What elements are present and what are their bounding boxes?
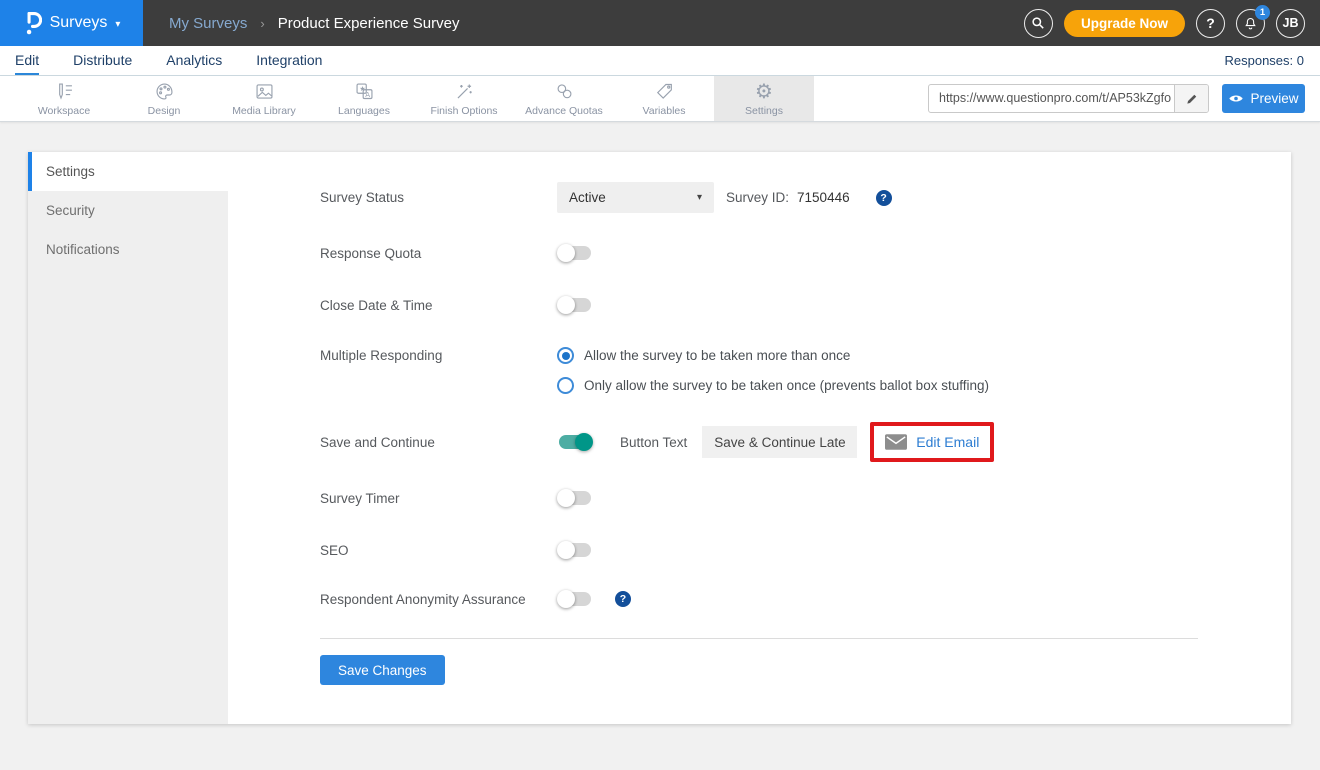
response-quota-toggle[interactable]: [557, 243, 593, 263]
search-button[interactable]: [1024, 9, 1053, 38]
button-text-input[interactable]: [702, 426, 857, 458]
toolbar-item-languages[interactable]: ★ A Languages: [314, 76, 414, 121]
toolbar-item-media-library[interactable]: Media Library: [214, 76, 314, 121]
survey-id-value: 7150446: [797, 190, 850, 205]
user-avatar[interactable]: JB: [1276, 9, 1305, 38]
survey-status-label: Survey Status: [320, 190, 557, 205]
breadcrumb-current-survey: Product Experience Survey: [278, 15, 460, 32]
search-icon: [1030, 15, 1046, 31]
edit-url-button[interactable]: [1174, 85, 1208, 112]
tag-icon: [654, 81, 675, 102]
respondent-anonymity-toggle[interactable]: [557, 589, 593, 609]
edit-email-link[interactable]: Edit Email: [916, 434, 979, 450]
edit-toolbar: Workspace Design Media Library: [0, 76, 1320, 122]
close-date-label: Close Date & Time: [320, 298, 557, 313]
tab-edit[interactable]: Edit: [15, 46, 39, 75]
sidebar-item-settings[interactable]: Settings: [28, 152, 228, 191]
magic-wand-icon: [454, 81, 475, 102]
save-changes-button[interactable]: Save Changes: [320, 655, 445, 685]
product-label: Surveys: [50, 14, 108, 32]
button-text-label: Button Text: [620, 435, 687, 450]
questionpro-logo-icon: [23, 11, 42, 35]
seo-toggle[interactable]: [557, 540, 593, 560]
eye-icon: [1228, 93, 1244, 104]
settings-form: Survey Status Active ▾ Survey ID: 715044…: [228, 152, 1291, 724]
toolbar-item-advance-quotas[interactable]: Advance Quotas: [514, 76, 614, 121]
survey-timer-toggle[interactable]: [557, 488, 593, 508]
survey-status-dropdown[interactable]: Active ▾: [557, 182, 714, 213]
chevron-down-icon: ▾: [697, 192, 702, 203]
breadcrumb-my-surveys[interactable]: My Surveys: [169, 15, 247, 32]
response-quota-label: Response Quota: [320, 246, 557, 261]
gear-icon: ⚙: [755, 81, 773, 102]
radio-only-once[interactable]: Only allow the survey to be taken once (…: [557, 377, 989, 394]
toolbar-right: https://www.questionpro.com/t/AP53kZgfo: [928, 76, 1320, 121]
breadcrumb: My Surveys › Product Experience Survey: [169, 15, 459, 32]
toolbar-item-workspace[interactable]: Workspace: [14, 76, 114, 121]
question-mark-icon: ?: [1206, 15, 1215, 31]
chevron-down-icon: ▾: [115, 19, 120, 30]
survey-timer-label: Survey Timer: [320, 491, 557, 506]
radio-unselected-icon: [557, 377, 574, 394]
responses-count: Responses: 0: [1225, 53, 1320, 68]
avatar-initials: JB: [1283, 16, 1299, 30]
app-switcher-surveys[interactable]: Surveys ▾: [0, 0, 143, 46]
save-and-continue-label: Save and Continue: [320, 435, 557, 450]
multiple-responding-row: Multiple Responding Allow the survey to …: [320, 347, 1291, 394]
translate-icon: ★ A: [354, 81, 375, 102]
multiple-responding-options: Allow the survey to be taken more than o…: [557, 347, 989, 394]
envelope-icon: [885, 434, 907, 450]
help-button[interactable]: ?: [1196, 9, 1225, 38]
sidebar-item-notifications[interactable]: Notifications: [28, 230, 228, 269]
edit-email-highlight-box: Edit Email: [870, 422, 994, 462]
close-date-toggle[interactable]: [557, 295, 593, 315]
notification-count-badge: 1: [1255, 5, 1270, 20]
chain-links-icon: [554, 81, 575, 102]
survey-timer-row: Survey Timer: [320, 488, 1291, 508]
toolbar-item-variables[interactable]: Variables: [614, 76, 714, 121]
response-quota-row: Response Quota: [320, 243, 1291, 263]
notifications-button[interactable]: 1: [1236, 9, 1265, 38]
breadcrumb-separator-icon: ›: [260, 16, 264, 31]
form-divider: [320, 638, 1198, 639]
toolbar-item-settings[interactable]: ⚙ Settings: [714, 76, 814, 121]
survey-status-value: Active: [569, 190, 606, 205]
save-and-continue-row: Save and Continue Button Text Edit Email: [320, 422, 1291, 462]
seo-row: SEO: [320, 540, 1291, 560]
toolbar-item-design[interactable]: Design: [114, 76, 214, 121]
radio-allow-multiple[interactable]: Allow the survey to be taken more than o…: [557, 347, 989, 364]
survey-id-label: Survey ID:: [726, 190, 789, 205]
multiple-responding-label: Multiple Responding: [320, 347, 557, 365]
bell-icon: [1243, 16, 1258, 31]
top-header: Surveys ▾ My Surveys › Product Experienc…: [0, 0, 1320, 46]
anonymity-help-icon[interactable]: ?: [615, 591, 631, 607]
tab-integration[interactable]: Integration: [256, 46, 322, 75]
palette-icon: [154, 81, 175, 102]
survey-id-help-icon[interactable]: ?: [876, 190, 892, 206]
settings-sidebar: Settings Security Notifications: [28, 152, 228, 724]
svg-text:A: A: [365, 90, 370, 98]
survey-nav: Edit Distribute Analytics Integration Re…: [0, 46, 1320, 76]
toolbar-item-finish-options[interactable]: Finish Options: [414, 76, 514, 121]
app-root: Surveys ▾ My Surveys › Product Experienc…: [0, 0, 1320, 724]
pencil-icon: [1185, 92, 1199, 106]
survey-url-field[interactable]: https://www.questionpro.com/t/AP53kZgfo: [928, 84, 1209, 113]
sidebar-item-security[interactable]: Security: [28, 191, 228, 230]
seo-label: SEO: [320, 543, 557, 558]
close-date-row: Close Date & Time: [320, 295, 1291, 315]
upgrade-now-button[interactable]: Upgrade Now: [1064, 10, 1185, 37]
save-and-continue-toggle[interactable]: [557, 432, 593, 452]
respondent-anonymity-row: Respondent Anonymity Assurance ?: [320, 589, 1291, 609]
workspace-icon: [54, 81, 75, 102]
settings-card: Settings Security Notifications Survey S…: [28, 152, 1291, 724]
respondent-anonymity-label: Respondent Anonymity Assurance: [320, 592, 557, 607]
header-actions: Upgrade Now ? 1 JB: [1024, 9, 1320, 38]
tab-analytics[interactable]: Analytics: [166, 46, 222, 75]
preview-button[interactable]: Preview: [1222, 84, 1305, 113]
survey-status-row: Survey Status Active ▾ Survey ID: 715044…: [320, 182, 1291, 213]
survey-url-text: https://www.questionpro.com/t/AP53kZgfo: [929, 85, 1174, 112]
radio-selected-icon: [557, 347, 574, 364]
tab-distribute[interactable]: Distribute: [73, 46, 132, 75]
image-icon: [254, 81, 275, 102]
